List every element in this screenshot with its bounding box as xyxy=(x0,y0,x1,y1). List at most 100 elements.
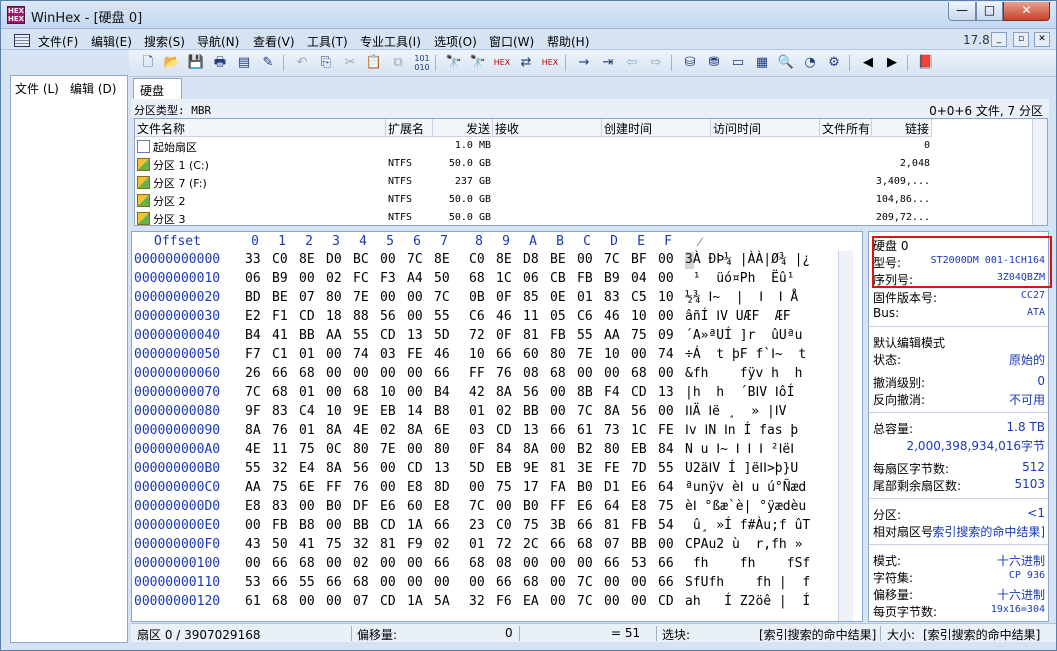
hex-byte[interactable]: 00 xyxy=(407,290,423,305)
hex-row[interactable]: 00000000020 BD BE 07 80 7E 00 00 7C 0B 0F 85 0E 01 83 C… xyxy=(132,289,862,308)
hex-byte[interactable]: 53 xyxy=(631,556,647,571)
hex-byte[interactable]: 00 xyxy=(326,556,342,571)
open-file-icon[interactable]: 📂 xyxy=(163,54,181,72)
left-file-label[interactable]: 文件 (L) xyxy=(15,80,59,97)
hex-byte[interactable]: FC xyxy=(353,271,369,286)
hex-byte[interactable]: 7C xyxy=(407,252,423,267)
hex-byte[interactable]: FF xyxy=(550,499,566,514)
hex-byte[interactable]: 00 xyxy=(299,499,315,514)
hex-byte[interactable]: 00 xyxy=(469,480,485,495)
ascii-text[interactable]: ah Í Z2öê | Í xyxy=(685,594,810,609)
hex-byte[interactable]: F4 xyxy=(604,385,620,400)
hex-byte[interactable]: 11 xyxy=(523,309,539,324)
ram-icon[interactable]: ▭ xyxy=(729,54,747,72)
hex-byte[interactable]: CD xyxy=(631,385,647,400)
ascii-text[interactable]: |h h ´BⅠV ⅠôÍ xyxy=(685,385,802,400)
hex-byte[interactable]: 00 xyxy=(550,442,566,457)
hex-byte[interactable]: 0E xyxy=(550,290,566,305)
menu-specialist-tools[interactable]: 专业工具(I) xyxy=(360,33,421,50)
hex-byte[interactable]: 4E xyxy=(353,423,369,438)
hex-row[interactable]: 000000000F0 43 50 41 75 32 81 F9 02 01 72 2C 66 68 07 B… xyxy=(132,536,862,555)
hex-byte[interactable]: BD xyxy=(245,290,261,305)
file-list-row[interactable]: 分区 1 (C:) NTFS 50.0 GB 2,048 xyxy=(135,155,1035,173)
hex-byte[interactable]: 07 xyxy=(353,594,369,609)
col-header-received[interactable]: 接收 xyxy=(493,119,602,137)
hex-row[interactable]: 00000000050 F7 C1 01 00 74 03 FE 46 10 66 60 80 7E 10 0… xyxy=(132,346,862,365)
hex-byte[interactable]: 1C xyxy=(631,423,647,438)
hex-byte[interactable]: BB xyxy=(353,518,369,533)
hex-byte[interactable]: 32 xyxy=(272,461,288,476)
hex-byte[interactable]: 55 xyxy=(658,461,674,476)
hex-byte[interactable]: 0B xyxy=(469,290,485,305)
hex-byte[interactable]: 43 xyxy=(245,537,261,552)
hex-byte[interactable]: C0 xyxy=(469,252,485,267)
hex-byte[interactable]: 80 xyxy=(326,290,342,305)
hex-byte[interactable]: 81 xyxy=(550,461,566,476)
hex-byte[interactable]: 02 xyxy=(434,537,450,552)
hex-byte[interactable]: 81 xyxy=(604,518,620,533)
ascii-text[interactable]: fh fh fSf xyxy=(685,556,810,571)
hex-byte[interactable]: 3B xyxy=(550,518,566,533)
goto-offset-icon[interactable]: → xyxy=(575,54,593,72)
hex-byte[interactable]: 8A xyxy=(245,423,261,438)
hex-byte[interactable]: 00 xyxy=(550,575,566,590)
hex-byte[interactable]: CD xyxy=(407,461,423,476)
left-edit-label[interactable]: 编辑 (D) xyxy=(70,80,116,97)
hex-byte[interactable]: 00 xyxy=(658,537,674,552)
hex-byte[interactable]: 8A xyxy=(496,385,512,400)
hex-byte[interactable]: 00 xyxy=(631,594,647,609)
ascii-text[interactable]: ´A»ªUÍ ]r ûUªu xyxy=(685,328,810,343)
hex-byte[interactable]: 75 xyxy=(272,480,288,495)
hex-byte[interactable]: 75 xyxy=(658,499,674,514)
hex-byte[interactable]: 66 xyxy=(577,518,593,533)
hex-byte[interactable]: 66 xyxy=(496,575,512,590)
hex-row[interactable]: 00000000040 B4 41 BB AA 55 CD 13 5D 72 0F 81 FB 55 AA 7… xyxy=(132,327,862,346)
hex-row[interactable]: 00000000060 26 66 68 00 00 00 00 66 FF 76 08 68 00 00 6… xyxy=(132,365,862,384)
hex-byte[interactable]: 01 xyxy=(577,290,593,305)
mdi-restore-button[interactable]: ▫ xyxy=(1013,32,1029,47)
hex-byte[interactable]: 00 xyxy=(434,575,450,590)
hex-byte[interactable]: B8 xyxy=(299,518,315,533)
hex-byte[interactable]: 7C xyxy=(577,575,593,590)
hex-byte[interactable]: 4E xyxy=(245,442,261,457)
hex-byte[interactable]: 32 xyxy=(353,537,369,552)
hex-byte[interactable]: E8 xyxy=(407,480,423,495)
hex-byte[interactable]: 00 xyxy=(469,575,485,590)
hex-byte[interactable]: B9 xyxy=(272,271,288,286)
hex-row[interactable]: 00000000000 33 C0 8E D0 BC 00 7C 8E C0 8E D8 BE 00 7C B… xyxy=(132,251,862,270)
hex-byte[interactable]: 1A xyxy=(407,518,423,533)
ascii-text[interactable]: ⅠⅠÄ Ⅰë ¸ » |ⅠV xyxy=(685,404,794,419)
hex-byte[interactable]: CD xyxy=(658,594,674,609)
hex-byte[interactable]: 00 xyxy=(658,309,674,324)
maximize-button[interactable]: □ xyxy=(976,2,1003,21)
hex-byte[interactable]: 00 xyxy=(604,366,620,381)
hex-byte[interactable]: BE xyxy=(272,290,288,305)
ascii-text[interactable]: Ⅰv ⅠN Ⅰn Í fas þ xyxy=(685,423,798,438)
hex-byte[interactable]: 75 xyxy=(326,537,342,552)
hex-byte[interactable]: AA xyxy=(604,328,620,343)
hex-byte[interactable]: 85 xyxy=(523,290,539,305)
hex-editor[interactable]: Offset 0123456789ABCDEF ⁄ 00000000000 33 C… xyxy=(131,231,863,622)
hex-byte[interactable]: 00 xyxy=(407,442,423,457)
hex-byte[interactable]: 8A xyxy=(604,404,620,419)
hex-byte[interactable]: 8E xyxy=(299,252,315,267)
hex-byte[interactable]: 55 xyxy=(299,575,315,590)
hex-byte[interactable]: 68 xyxy=(272,594,288,609)
mdi-close-button[interactable]: ✕ xyxy=(1034,32,1050,47)
hex-scrollbar[interactable] xyxy=(838,251,853,621)
hex-byte[interactable]: 68 xyxy=(299,556,315,571)
hex-byte[interactable]: BB xyxy=(523,404,539,419)
hex-byte[interactable]: F1 xyxy=(272,309,288,324)
find-hex-icon[interactable]: 🔭 xyxy=(469,54,487,72)
mdi-minimize-button[interactable]: _ xyxy=(991,32,1007,47)
hex-byte[interactable]: 8D xyxy=(434,480,450,495)
hex-byte[interactable]: 68 xyxy=(469,556,485,571)
hex-byte[interactable]: B0 xyxy=(326,499,342,514)
hex-byte[interactable]: 00 xyxy=(299,271,315,286)
hex-byte[interactable]: AA xyxy=(326,328,342,343)
hex-byte[interactable]: 80 xyxy=(604,442,620,457)
hex-byte[interactable]: 8B xyxy=(577,385,593,400)
menu-tools[interactable]: 工具(T) xyxy=(307,33,348,50)
hex-byte[interactable]: 50 xyxy=(272,537,288,552)
hex-row[interactable]: 00000000090 8A 76 01 8A 4E 02 8A 6E 03 CD 13 66 61 73 1… xyxy=(132,422,862,441)
